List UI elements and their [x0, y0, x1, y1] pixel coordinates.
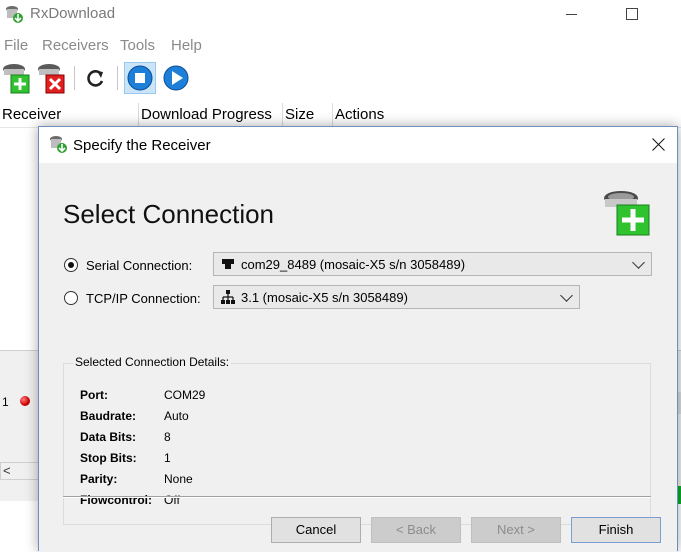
menu-bar: File Receivers Tools Help [0, 34, 681, 58]
cancel-button[interactable]: Cancel [271, 517, 361, 543]
add-receiver-icon [604, 191, 650, 236]
refresh-button[interactable] [80, 62, 112, 94]
connection-details-title: Selected Connection Details: [73, 355, 232, 369]
chevron-down-icon [632, 256, 645, 269]
serial-connection-value: com29_8489 (mosaic-X5 s/n 3058489) [241, 257, 466, 272]
add-receiver-button[interactable] [1, 62, 33, 94]
specify-receiver-dialog: Specify the Receiver Select Connection S… [38, 126, 678, 552]
remove-receiver-icon [38, 64, 65, 94]
play-button[interactable] [160, 62, 192, 94]
detail-key-data-bits: Data Bits: [80, 430, 137, 444]
serial-connection-label[interactable]: Serial Connection: [86, 258, 192, 273]
page-title: Select Connection [63, 199, 275, 229]
menu-tools[interactable]: Tools [120, 37, 155, 54]
app-titlebar: RxDownload [0, 0, 681, 30]
serial-connection-select[interactable]: com29_8489 (mosaic-X5 s/n 3058489) [213, 252, 652, 276]
network-icon [221, 290, 235, 304]
tcpip-connection-select[interactable]: 3.1 (mosaic-X5 s/n 3058489) [213, 285, 580, 309]
serial-connection-radio[interactable] [64, 258, 78, 272]
detail-value-parity: None [164, 472, 193, 486]
horizontal-scrollbar[interactable]: < [0, 462, 40, 480]
row-number: 1 [2, 395, 9, 409]
minimize-button[interactable] [560, 5, 584, 23]
app-title: RxDownload [30, 5, 116, 22]
tcpip-connection-label[interactable]: TCP/IP Connection: [86, 291, 201, 306]
tcpip-connection-radio[interactable] [64, 291, 78, 305]
toolbar-separator [74, 66, 75, 90]
add-receiver-icon [3, 64, 30, 94]
scroll-left-icon[interactable]: < [3, 463, 11, 478]
detail-key-port: Port: [80, 388, 108, 402]
close-icon[interactable] [649, 135, 669, 155]
serial-port-icon [222, 259, 234, 269]
rxdownload-app-icon [50, 136, 67, 153]
next-button[interactable]: Next > [471, 517, 561, 543]
stop-icon [127, 65, 153, 91]
rxdownload-app-icon [6, 6, 23, 23]
detail-key-baudrate: Baudrate: [80, 409, 137, 423]
column-actions[interactable]: Actions [333, 103, 681, 127]
chevron-down-icon [560, 289, 573, 302]
dialog-body: Select Connection Serial Connection: com… [39, 163, 677, 552]
status-red-dot-icon [20, 396, 30, 406]
menu-file[interactable]: File [4, 37, 28, 54]
column-download-progress[interactable]: Download Progress [139, 103, 283, 127]
play-icon [163, 65, 189, 91]
dialog-titlebar: Specify the Receiver [39, 127, 677, 163]
column-receiver[interactable]: Receiver [0, 103, 139, 127]
toolbar-separator [117, 66, 118, 90]
detail-value-stop-bits: 1 [164, 451, 171, 465]
column-size[interactable]: Size [283, 103, 333, 127]
back-button[interactable]: < Back [371, 517, 461, 543]
menu-receivers[interactable]: Receivers [42, 37, 109, 54]
finish-button[interactable]: Finish [571, 517, 661, 543]
tcpip-connection-value: 3.1 (mosaic-X5 s/n 3058489) [241, 290, 408, 305]
refresh-icon [87, 70, 104, 87]
detail-value-port: COM29 [164, 388, 206, 402]
remove-receiver-button[interactable] [36, 62, 68, 94]
divider [63, 497, 651, 498]
detail-key-parity: Parity: [80, 472, 118, 486]
receivers-table-header: Receiver Download Progress Size Actions [0, 103, 681, 128]
toolbar [0, 60, 681, 96]
detail-value-data-bits: 8 [164, 430, 171, 444]
menu-help[interactable]: Help [171, 37, 202, 54]
dialog-title: Specify the Receiver [73, 137, 211, 154]
detail-value-baudrate: Auto [164, 409, 189, 423]
detail-key-stop-bits: Stop Bits: [80, 451, 137, 465]
stop-button[interactable] [124, 62, 156, 94]
maximize-button[interactable] [620, 5, 644, 23]
